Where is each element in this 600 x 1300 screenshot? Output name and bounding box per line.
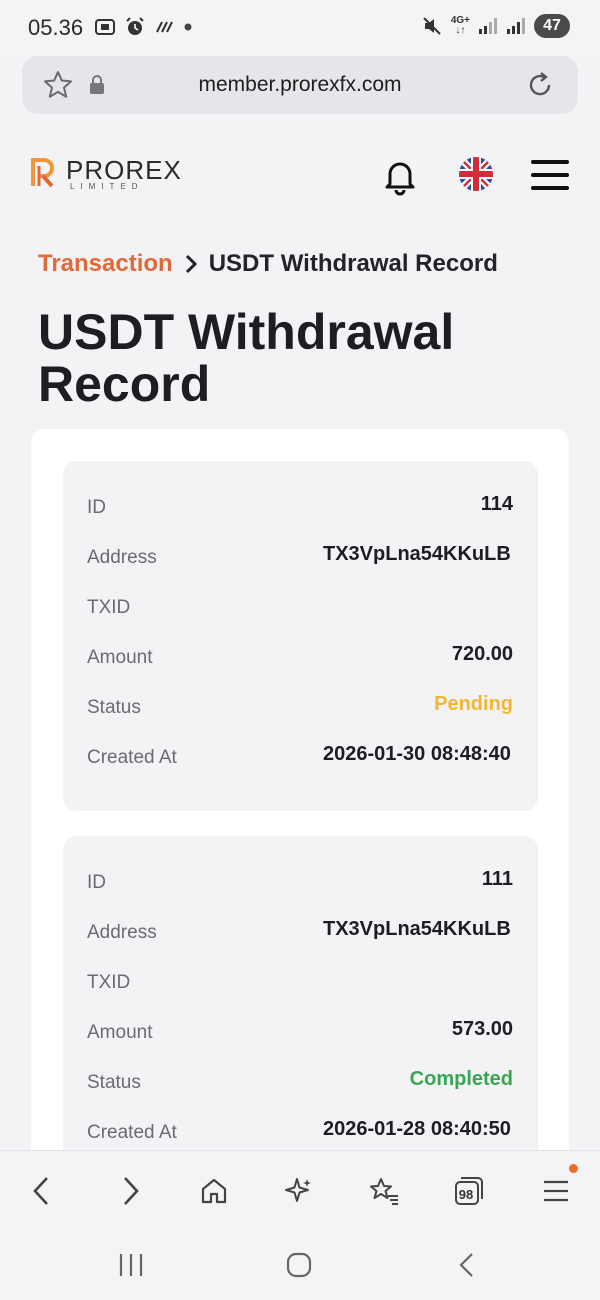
star-list-icon [370,1178,398,1205]
ai-assistant-button[interactable] [279,1171,319,1211]
chevron-right-icon [185,254,197,274]
status-completed-badge: Completed [409,1068,513,1090]
menu-icon [544,1180,568,1202]
uk-flag-icon[interactable] [457,155,495,193]
address-bar[interactable]: member.prorexfx.com [22,56,578,114]
signal-icon [479,18,497,34]
record-row-address: Address TX3VpLna54KKuLB [63,539,538,575]
back-arrow-icon[interactable] [456,1251,478,1279]
notification-dot [569,1164,578,1173]
record-row-amount: Amount 573.00 [63,1014,538,1050]
home-icon [201,1178,227,1204]
hamburger-menu-icon[interactable] [530,158,570,192]
status-label: Status [87,697,141,718]
created-at-value: 2026-01-28 08:40:50 [323,1118,511,1140]
battery-indicator: 47 [534,14,570,38]
notification-bell-icon[interactable] [380,156,420,196]
created-at-label: Created At [87,747,177,768]
record-row-txid: TXID [63,964,538,1000]
record-row-status: Status Completed [63,1064,538,1100]
amount-label: Amount [87,647,153,668]
id-label: ID [87,497,106,518]
chevron-right-icon [124,1177,139,1205]
status-time: 05.36 [28,15,84,40]
txid-label: TXID [87,972,131,993]
record-row-address: Address TX3VpLna54KKuLB [63,914,538,950]
breadcrumb-transaction-link[interactable]: Transaction [38,250,173,278]
url-text[interactable]: member.prorexfx.com [22,73,578,97]
site-header: PROREX LIMITED [0,122,600,222]
prorex-logo-mark [31,158,54,188]
system-navigation-bar [0,1230,600,1300]
status-pending-badge: Pending [434,693,513,715]
status-bar: 05.36 4G+ ↓↑ 47 [0,0,600,56]
back-button[interactable] [22,1171,62,1211]
home-circle-icon[interactable] [285,1251,313,1279]
tab-count: 98 [458,1186,474,1202]
signal-icon-2 [507,18,525,34]
record-row-txid: TXID [63,589,538,625]
chevron-left-icon [33,1177,48,1205]
withdrawal-record: ID 111 Address TX3VpLna54KKuLB TXID Amou… [63,836,538,1186]
network-type: 4G+ ↓↑ [450,15,470,36]
breadcrumb-current: USDT Withdrawal Record [208,250,498,277]
address-value: TX3VpLna54KKuLB [323,543,511,565]
reload-icon[interactable] [524,69,556,101]
recent-apps-icon[interactable] [117,1252,145,1278]
alarm-icon [126,17,144,35]
created-at-label: Created At [87,1122,177,1143]
address-label: Address [87,922,157,943]
mute-icon [423,17,441,35]
page-title: USDT Withdrawal Record [38,304,455,412]
id-value: 111 [481,868,513,890]
amount-value: 573.00 [451,1018,513,1040]
browser-menu-button[interactable] [536,1164,578,1211]
address-label: Address [87,547,157,568]
home-button[interactable] [194,1171,234,1211]
record-row-id: ID 111 [63,864,538,900]
dot-icon [184,23,192,31]
withdrawal-record: ID 114 Address TX3VpLna54KKuLB TXID Amou… [63,461,538,811]
sync-stripes-icon [156,21,173,33]
amount-value: 720.00 [451,643,513,665]
record-row-status: Status Pending [63,689,538,725]
bookmarks-button[interactable] [364,1171,404,1211]
record-row-amount: Amount 720.00 [63,639,538,675]
sparkle-icon [285,1178,311,1202]
records-card: ID 114 Address TX3VpLna54KKuLB TXID Amou… [31,429,569,1189]
logo-name: PROREX [66,155,182,185]
status-label: Status [87,1072,141,1093]
amount-label: Amount [87,1022,153,1043]
browser-bottom-toolbar: 98 [0,1150,600,1230]
forward-button[interactable] [110,1171,150,1211]
tabs-button[interactable]: 98 [448,1171,488,1211]
screenshot-icon [95,19,115,35]
created-at-value: 2026-01-30 08:48:40 [323,743,511,765]
record-row-created-at: Created At 2026-01-30 08:48:40 [63,739,538,775]
breadcrumb: Transaction USDT Withdrawal Record [38,250,498,278]
record-row-id: ID 114 [63,489,538,525]
id-label: ID [87,872,106,893]
prorex-logo[interactable]: PROREX LIMITED [30,156,182,191]
record-row-created-at: Created At 2026-01-28 08:40:50 [63,1114,538,1150]
txid-label: TXID [87,597,131,618]
id-value: 114 [480,493,513,515]
address-value: TX3VpLna54KKuLB [323,918,511,940]
